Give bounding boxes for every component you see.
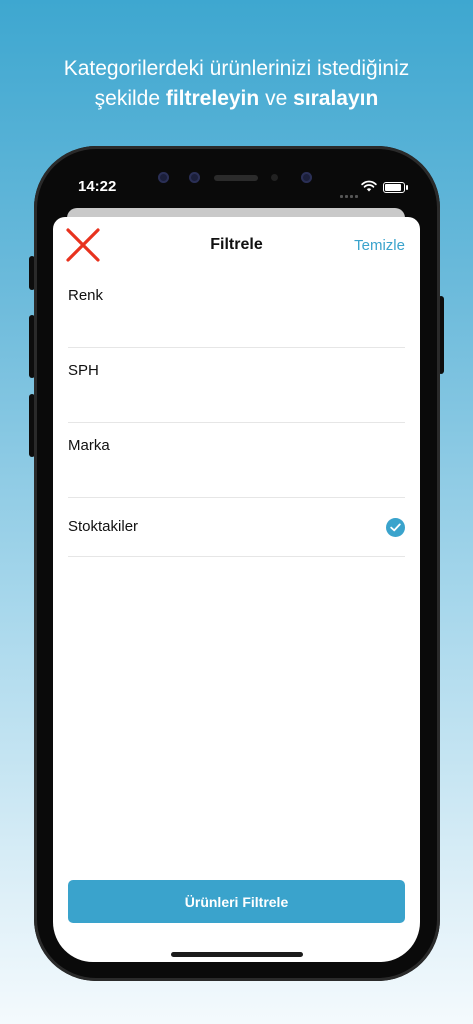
- battery-icon: [383, 182, 408, 193]
- wifi-icon: [361, 180, 377, 192]
- filter-sheet: Filtrele Temizle Renk SPH Marka Stoktaki…: [53, 217, 420, 962]
- camera-icon: [158, 172, 169, 183]
- camera-icon: [189, 172, 200, 183]
- checkmark-icon[interactable]: [386, 518, 405, 537]
- headline-text: ve: [259, 87, 294, 110]
- clear-button[interactable]: Temizle: [354, 237, 405, 254]
- in-stock-label: Stoktakiler: [68, 518, 139, 535]
- signal-icon: [340, 185, 360, 203]
- headline-line-2: şekilde filtreleyin ve sıralayın: [0, 84, 473, 114]
- proximity-sensor: [271, 174, 278, 181]
- headline-text: şekilde: [94, 87, 166, 110]
- headline-line-1: Kategorilerdeki ürünlerinizi istediğiniz: [63, 57, 410, 80]
- front-camera-icon: [301, 172, 312, 183]
- home-indicator: [171, 952, 303, 957]
- status-time: 14:22: [78, 178, 117, 195]
- filter-row-sph[interactable]: SPH: [68, 362, 405, 423]
- filter-row-in-stock[interactable]: Stoktakiler: [68, 518, 405, 557]
- headline-bold-filter: filtreleyin: [165, 87, 260, 110]
- earpiece-speaker: [214, 175, 258, 181]
- filter-label: Renk: [68, 287, 104, 304]
- filter-label: SPH: [68, 362, 99, 379]
- filter-row-marka[interactable]: Marka: [68, 437, 405, 498]
- promo-headline: Kategorilerdeki ürünlerinizi istediğiniz…: [0, 54, 473, 114]
- filter-label: Marka: [68, 437, 110, 454]
- apply-filter-button[interactable]: Ürünleri Filtrele: [68, 880, 405, 923]
- headline-bold-sort: sıralayın: [293, 87, 379, 110]
- filter-row-renk[interactable]: Renk: [68, 287, 405, 348]
